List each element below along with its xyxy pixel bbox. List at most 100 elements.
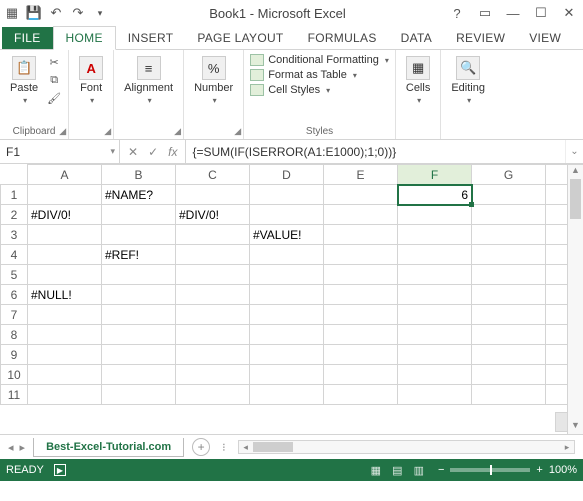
cell-styles-button[interactable]: Cell Styles▾: [250, 84, 330, 96]
minimize-icon[interactable]: —: [503, 6, 523, 21]
format-painter-icon[interactable]: 🖌: [46, 90, 62, 106]
maximize-icon[interactable]: ☐: [531, 5, 551, 21]
cell[interactable]: [250, 245, 324, 265]
dialog-launcher-icon[interactable]: ◢: [104, 126, 111, 137]
cell[interactable]: [250, 305, 324, 325]
cell[interactable]: [102, 205, 176, 225]
cell[interactable]: [28, 325, 102, 345]
vertical-scrollbar[interactable]: ▲ ▼: [567, 165, 583, 434]
conditional-formatting-button[interactable]: Conditional Formatting▾: [250, 54, 389, 66]
page-layout-view-icon[interactable]: ▤: [388, 465, 406, 477]
cell[interactable]: #NULL!: [28, 285, 102, 305]
cell[interactable]: [472, 265, 546, 285]
cell[interactable]: [102, 325, 176, 345]
expand-formula-bar-icon[interactable]: ⌄: [565, 140, 583, 163]
cell[interactable]: [324, 345, 398, 365]
cell[interactable]: [176, 245, 250, 265]
cell[interactable]: [324, 285, 398, 305]
row-header[interactable]: 7: [1, 305, 28, 325]
col-header[interactable]: C: [176, 165, 250, 185]
cell[interactable]: [324, 305, 398, 325]
cell[interactable]: [28, 305, 102, 325]
cell[interactable]: [324, 385, 398, 405]
cell[interactable]: [102, 305, 176, 325]
redo-icon[interactable]: ↷: [70, 5, 86, 21]
normal-view-icon[interactable]: ▦: [367, 465, 385, 477]
font-button[interactable]: A Font ▾: [75, 54, 107, 107]
cell[interactable]: [324, 225, 398, 245]
cell[interactable]: [250, 205, 324, 225]
scrollbar-thumb[interactable]: [570, 179, 581, 219]
scrollbar-thumb[interactable]: [253, 442, 293, 452]
cell[interactable]: [28, 245, 102, 265]
row-header[interactable]: 2: [1, 205, 28, 225]
zoom-in-icon[interactable]: +: [536, 464, 542, 476]
sheet-more-icon[interactable]: ⁝: [218, 441, 230, 454]
cell[interactable]: [176, 365, 250, 385]
tab-pagelayout[interactable]: PAGE LAYOUT: [185, 27, 295, 49]
cell[interactable]: [176, 285, 250, 305]
zoom-level[interactable]: 100%: [549, 464, 577, 476]
cell[interactable]: [398, 245, 472, 265]
cell[interactable]: [176, 345, 250, 365]
cell[interactable]: [250, 265, 324, 285]
cell[interactable]: [28, 385, 102, 405]
cell[interactable]: [250, 385, 324, 405]
alignment-button[interactable]: ≡ Alignment ▾: [120, 54, 177, 107]
cell[interactable]: [398, 305, 472, 325]
cell[interactable]: [28, 365, 102, 385]
cell[interactable]: [324, 245, 398, 265]
macro-record-icon[interactable]: ▶: [54, 464, 66, 476]
cell[interactable]: [398, 345, 472, 365]
cell[interactable]: [472, 345, 546, 365]
active-cell[interactable]: 6: [398, 185, 472, 205]
cell[interactable]: [28, 265, 102, 285]
cell[interactable]: [472, 365, 546, 385]
cell[interactable]: [472, 185, 546, 205]
dialog-launcher-icon[interactable]: ◢: [234, 126, 241, 137]
cell[interactable]: [102, 365, 176, 385]
ribbon-options-icon[interactable]: ▭: [475, 5, 495, 21]
cell[interactable]: #REF!: [102, 245, 176, 265]
scroll-left-icon[interactable]: ◂: [239, 441, 253, 453]
cell[interactable]: [472, 225, 546, 245]
number-button[interactable]: % Number ▾: [190, 54, 237, 107]
zoom-slider[interactable]: [450, 468, 530, 472]
cell[interactable]: [472, 285, 546, 305]
paste-button[interactable]: 📋 Paste ▾: [6, 54, 42, 107]
close-icon[interactable]: ✕: [559, 5, 579, 21]
enter-icon[interactable]: ✓: [148, 145, 158, 159]
col-header[interactable]: G: [472, 165, 546, 185]
cells-button[interactable]: ▦ Cells ▾: [402, 54, 434, 107]
cell[interactable]: [472, 385, 546, 405]
cell[interactable]: [250, 285, 324, 305]
scroll-up-icon[interactable]: ▲: [568, 165, 583, 179]
cell[interactable]: [398, 205, 472, 225]
col-header[interactable]: B: [102, 165, 176, 185]
tab-review[interactable]: REVIEW: [444, 27, 517, 49]
cell[interactable]: [324, 325, 398, 345]
cell[interactable]: #VALUE!: [250, 225, 324, 245]
row-header[interactable]: 10: [1, 365, 28, 385]
save-icon[interactable]: 💾: [26, 5, 42, 21]
cell[interactable]: [176, 265, 250, 285]
cell[interactable]: [324, 365, 398, 385]
row-header[interactable]: 11: [1, 385, 28, 405]
cell[interactable]: [398, 385, 472, 405]
page-break-view-icon[interactable]: ▥: [410, 465, 428, 477]
cell[interactable]: [398, 325, 472, 345]
tab-insert[interactable]: INSERT: [116, 27, 186, 49]
col-header[interactable]: E: [324, 165, 398, 185]
row-header[interactable]: 3: [1, 225, 28, 245]
cell[interactable]: [398, 225, 472, 245]
row-header[interactable]: 9: [1, 345, 28, 365]
format-as-table-button[interactable]: Format as Table▾: [250, 69, 357, 81]
cell[interactable]: [102, 285, 176, 305]
scroll-down-icon[interactable]: ▼: [568, 420, 583, 434]
cell[interactable]: #DIV/0!: [28, 205, 102, 225]
zoom-out-icon[interactable]: −: [438, 464, 444, 476]
formula-input[interactable]: [186, 140, 565, 163]
cell[interactable]: [176, 225, 250, 245]
row-header[interactable]: 4: [1, 245, 28, 265]
cell[interactable]: [398, 265, 472, 285]
